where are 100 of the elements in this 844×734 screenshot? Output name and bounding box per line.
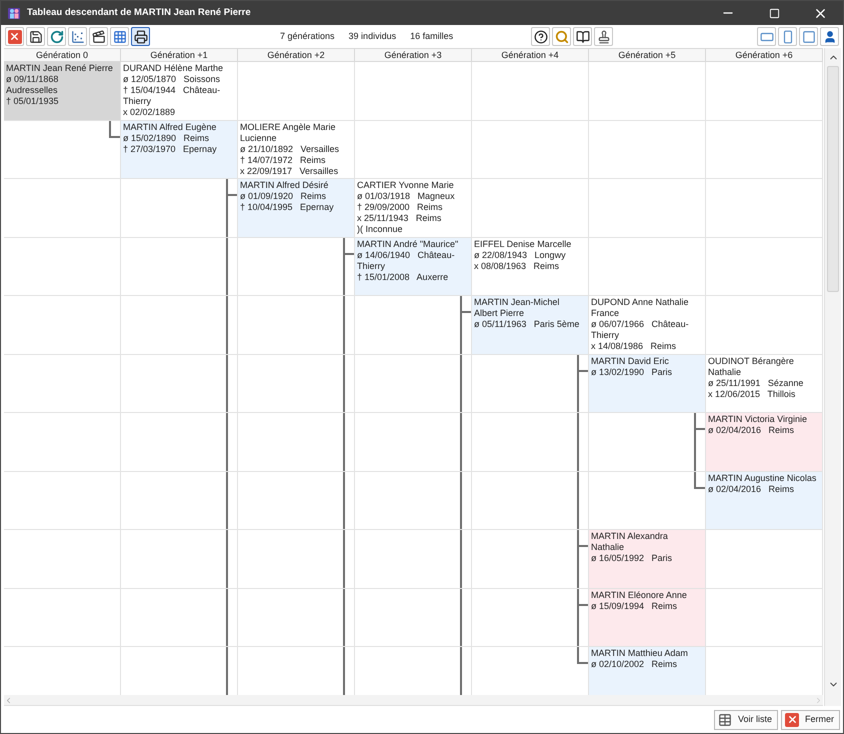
person-name: DURAND Hélène Marthe <box>123 63 224 74</box>
person-card[interactable]: MARTIN Alfred Désiré ø 01/09/1920 Reims † 10/04/1995 Epernay <box>238 179 355 238</box>
person-name: MARTIN Alfred Désiré <box>240 180 330 191</box>
person-name: MARTIN Matthieu Adam <box>591 648 689 659</box>
event-line: ø 02/04/2016 Reims <box>708 425 796 436</box>
column-header[interactable]: Génération 0 <box>4 49 121 61</box>
person-card[interactable]: MARTIN Augustine Nicolas ø 02/04/2016 Reims <box>706 472 823 530</box>
horizontal-scrollbar[interactable] <box>4 695 823 706</box>
scroll-right-icon <box>814 696 823 705</box>
close-icon <box>8 30 22 44</box>
event-line: ø 02/10/2002 Reims <box>591 659 678 670</box>
connector-tick <box>462 311 471 313</box>
toolbar-button[interactable] <box>131 27 150 46</box>
close-icon <box>785 712 799 726</box>
spouse-card[interactable]: CARTIER Yvonne Marie ø 01/03/1918 Magneux † 29/09/2000 Reims x 25/11/1943 Reims )( Inconnue <box>355 179 472 238</box>
person-name: MARTIN David Eric <box>591 356 670 366</box>
person-name: MARTIN Augustine Nicolas <box>708 472 818 484</box>
stamp-icon <box>596 30 610 44</box>
person-name: MARTIN André "Maurice" <box>357 238 460 250</box>
event-line: x 14/08/1986 Reims <box>591 341 678 352</box>
search-icon <box>554 30 568 44</box>
event-line: ø 02/04/2016 Reims <box>708 484 796 494</box>
event-line: x 08/08/1963 Reims <box>474 260 560 272</box>
toolbar-button[interactable] <box>573 27 592 46</box>
person-card[interactable]: MARTIN David Eric ø 13/02/1990 Paris <box>589 354 706 413</box>
event-line: ø 05/11/1963 Paris 5ème <box>474 319 580 330</box>
toolbar-button[interactable] <box>820 27 839 46</box>
event-line: ø 13/02/1990 Paris <box>591 366 674 378</box>
window-title: Tableau descendant de MARTIN Jean René Pierre <box>27 6 251 20</box>
page-icon <box>802 30 816 44</box>
toolbar-button[interactable] <box>594 27 613 46</box>
stat-label: 16 familles <box>410 30 454 43</box>
maximize-icon <box>768 8 780 18</box>
grid-icon <box>112 30 126 44</box>
connector-tick <box>111 136 120 138</box>
column-header[interactable]: Génération +5 <box>589 49 706 61</box>
footer-button[interactable]: Fermer <box>781 710 840 730</box>
person-card[interactable]: MARTIN Matthieu Adam ø 02/10/2002 Reims <box>589 647 706 696</box>
spouse-card[interactable]: OUDINOT Bérangère Nathalie ø 25/11/1991 Sézanne x 12/06/2015 Thillois <box>706 354 823 413</box>
scroll-left-icon <box>4 696 13 705</box>
vertical-scrollbar[interactable] <box>824 48 841 706</box>
event-line: ø 22/08/1943 Longwy <box>474 250 567 260</box>
toolbar-button[interactable] <box>26 27 45 46</box>
person-card[interactable]: MARTIN Jean-Michel Albert Pierre ø 05/11/1963 Paris 5ème <box>472 296 589 354</box>
person-name: MARTIN Jean René Pierre <box>6 63 114 74</box>
event-line: ø 14/06/1940 Château-Thierry <box>357 250 456 272</box>
event-line: † 05/01/1935 <box>6 96 60 107</box>
event-line: ø 25/11/1991 Sézanne <box>708 378 804 388</box>
person-card[interactable]: MARTIN Victoria Virginie ø 02/04/2016 Reims <box>706 413 823 472</box>
toolbar-button[interactable] <box>531 27 550 46</box>
spouse-card[interactable]: MOLIERE Angèle Marie Lucienne ø 21/10/1892 Versailles † 14/07/1972 Reims x 22/09/1917 Versailles <box>238 120 355 179</box>
footer-button[interactable]: Voir liste <box>714 710 778 730</box>
scrollbar-thumb[interactable] <box>827 66 839 292</box>
person-name: MARTIN Eléonore Anne <box>591 590 688 600</box>
connector-tick <box>579 604 588 606</box>
column-header[interactable]: Génération +4 <box>472 49 589 61</box>
person-name: CARTIER Yvonne Marie <box>357 180 455 191</box>
connector-tick <box>579 545 588 547</box>
person-name: MARTIN Alfred Eugène <box>123 122 218 132</box>
toolbar-button[interactable] <box>89 27 108 46</box>
event-line: ø 12/05/1870 Soissons <box>123 74 222 85</box>
person-card[interactable]: MARTIN Alexandra Nathalie ø 16/05/1992 Paris <box>589 530 706 588</box>
event-line: ø 16/05/1992 Paris <box>591 553 674 564</box>
clapperboard-icon <box>92 30 106 44</box>
stat-label: 39 individus <box>348 30 396 43</box>
person-name: MARTIN Victoria Virginie <box>708 414 808 425</box>
spouse-card[interactable]: EIFFEL Denise Marcelle ø 22/08/1943 Longwy x 08/08/1963 Reims <box>472 238 589 296</box>
books-icon <box>576 30 590 44</box>
event-line: )( Inconnue <box>357 224 404 235</box>
event-line: † 14/07/1972 Reims <box>240 154 327 166</box>
stat-label: 7 générations <box>280 30 335 43</box>
event-line: ø 01/09/1920 Reims <box>240 191 328 202</box>
event-line: x 22/09/1917 Versailles <box>240 166 340 176</box>
event-line: † 10/04/1995 Epernay <box>240 202 335 213</box>
event-line: ø 09/11/1868 Audresselles <box>6 74 60 96</box>
connector-tick <box>228 194 237 196</box>
spouse-card[interactable]: DUPOND Anne Nathalie France ø 06/07/1966 Château-Thierry x 14/08/1986 Reims <box>589 296 706 354</box>
save-icon <box>28 30 42 44</box>
column-header[interactable]: Génération +2 <box>238 49 355 61</box>
person-card[interactable]: MARTIN Jean René Pierre ø 09/11/1868 Audresselles † 05/01/1935 <box>4 62 121 120</box>
connector-tick <box>579 370 588 372</box>
family-icon <box>7 6 21 20</box>
event-line: † 27/03/1970 Epernay <box>123 144 218 154</box>
event-line: ø 01/03/1918 Magneux <box>357 191 456 202</box>
connector-tick <box>345 252 354 254</box>
column-header[interactable]: Génération +1 <box>121 49 238 61</box>
person-card[interactable]: MARTIN Alfred Eugène ø 15/02/1890 Reims † 27/03/1970 Epernay <box>121 120 238 179</box>
person-card[interactable]: MARTIN Eléonore Anne ø 15/09/1994 Reims <box>589 588 706 647</box>
event-line: x 12/06/2015 Thillois <box>708 388 796 400</box>
column-header[interactable]: Génération +6 <box>706 49 823 61</box>
connector-tick <box>696 486 705 488</box>
person-name: EIFFEL Denise Marcelle <box>474 238 572 250</box>
help-icon <box>534 30 548 44</box>
spouse-card[interactable]: DURAND Hélène Marthe ø 12/05/1870 Soissons † 15/04/1944 Château-Thierry x 02/02/1889 <box>121 62 238 120</box>
event-line: † 15/01/2008 Auxerre <box>357 272 450 282</box>
event-line: ø 21/10/1892 Versailles <box>240 144 340 154</box>
event-line: x 02/02/1889 <box>123 107 176 118</box>
column-header[interactable]: Génération +3 <box>355 49 472 61</box>
event-line: ø 15/02/1890 Reims <box>123 132 210 144</box>
person-card[interactable]: MARTIN André "Maurice" ø 14/06/1940 Château-Thierry † 15/01/2008 Auxerre <box>355 238 472 296</box>
